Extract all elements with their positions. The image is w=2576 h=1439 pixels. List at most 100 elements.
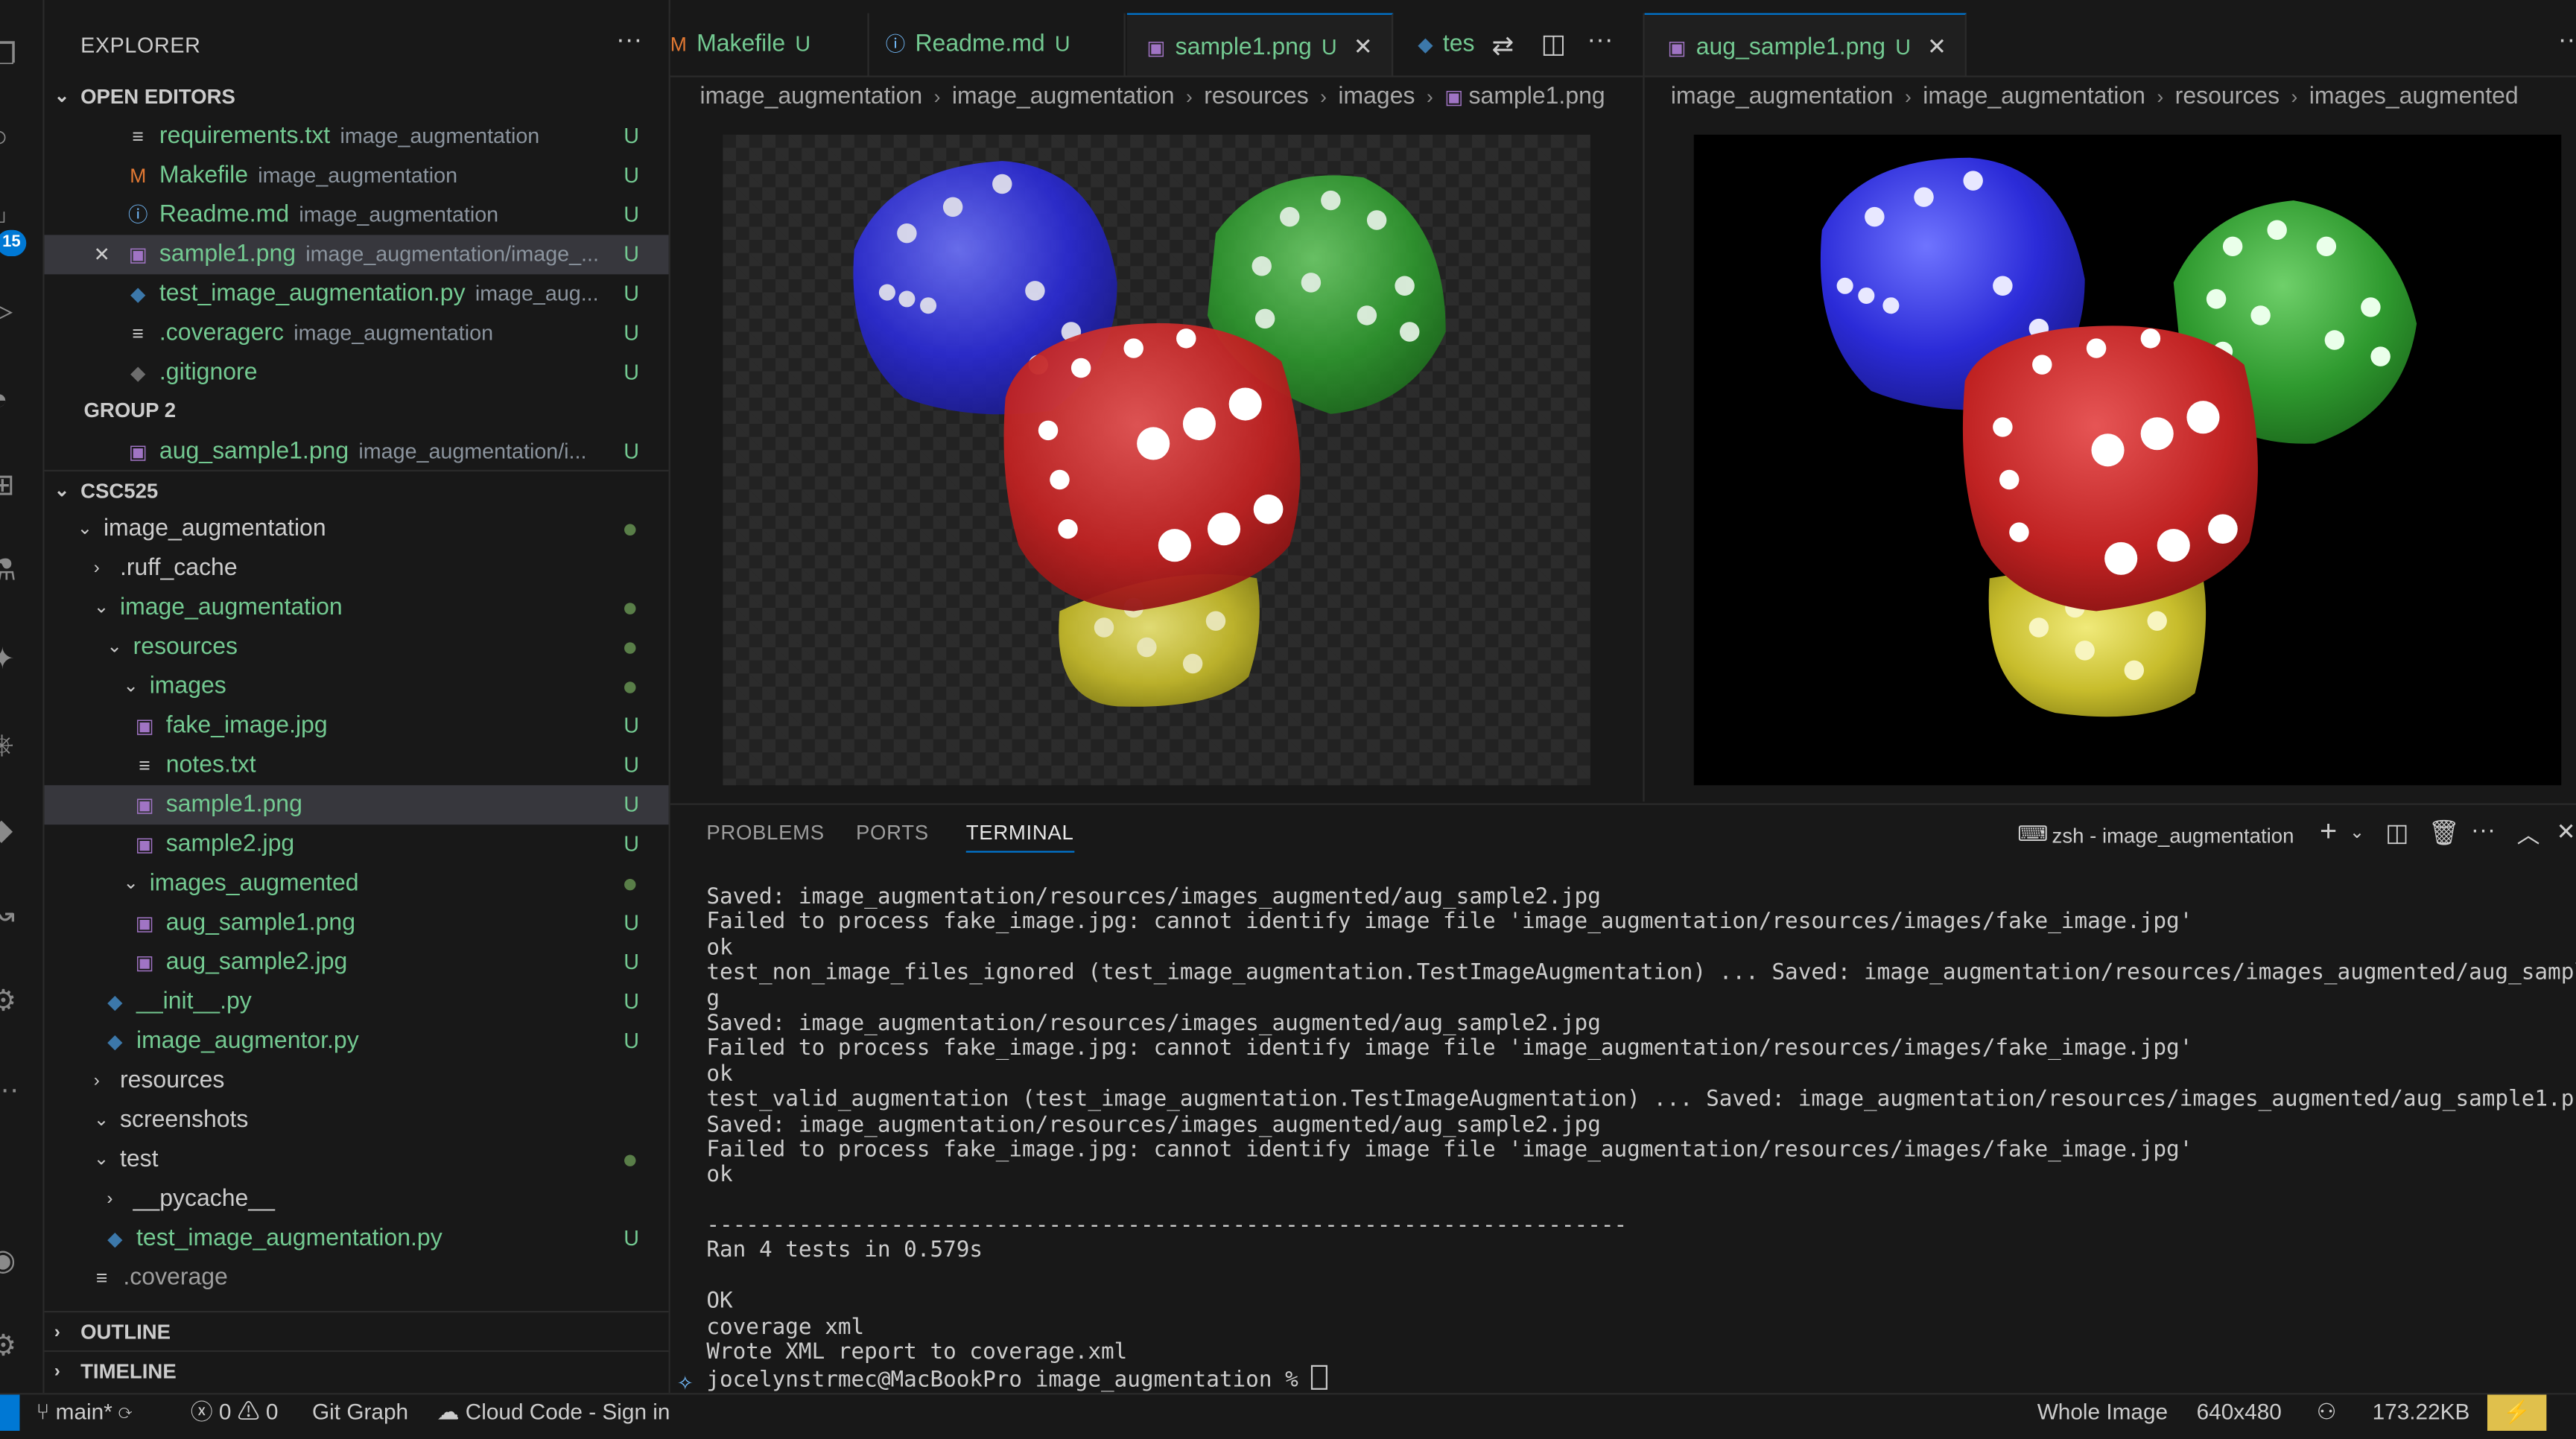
tree-item[interactable]: ≡ .coverage: [45, 1258, 669, 1297]
branch-status[interactable]: ⑂ main* ⟳: [37, 1394, 132, 1431]
image-file-icon: ▣: [128, 243, 147, 267]
tab-sample1-png[interactable]: ▣ sample1.png U ✕: [1126, 13, 1394, 76]
notifications-muted-icon[interactable]: ⚡: [2487, 1394, 2547, 1431]
chevron-down-icon[interactable]: ⌄: [2350, 822, 2364, 842]
open-editor-item[interactable]: ≡ requirements.txt image_augmentation U: [45, 117, 669, 156]
image-file-icon: ▣: [135, 912, 154, 935]
explorer-icon[interactable]: ❐: [0, 36, 26, 73]
close-icon[interactable]: ✕: [2557, 818, 2576, 845]
tree-item[interactable]: ▣ aug_sample1.png U: [45, 903, 669, 943]
breadcrumb-item[interactable]: sample1.png: [1469, 83, 1605, 109]
live-share-icon[interactable]: ↝: [0, 897, 26, 933]
close-icon[interactable]: ✕: [1927, 33, 1947, 59]
breadcrumb-item[interactable]: images_augmented: [2309, 83, 2519, 109]
tree-item[interactable]: ⌄ images: [45, 667, 669, 706]
maximize-panel-icon[interactable]: ︿: [2517, 818, 2540, 851]
tree-item[interactable]: ⌄ resources: [45, 628, 669, 667]
more-actions-icon[interactable]: ···: [2471, 816, 2496, 844]
tab-test-truncated[interactable]: ◆ tes: [1395, 13, 1487, 76]
breadcrumb-item[interactable]: image_augmentation: [952, 83, 1175, 109]
open-editor-item[interactable]: ◆ test_image_augmentation.py image_aug... U: [45, 274, 669, 314]
testing-icon[interactable]: ⚗: [0, 552, 26, 588]
vscode-window: ❐ ○ ⑂ 15 ▷ ◔ ⊞ ⚗ ✦ ⎈ ◆ ↝ ⚙ … ◉ ⚙ EXPLORE…: [0, 0, 2576, 1439]
breadcrumb-item[interactable]: image_augmentation: [1923, 83, 2145, 109]
tab-ports[interactable]: PORTS: [856, 822, 929, 845]
terminal-name[interactable]: zsh - image_augmentation: [2052, 825, 2294, 848]
close-icon[interactable]: ✕: [1354, 33, 1373, 59]
terminal-prompt[interactable]: jocelynstrmec@MacBookPro image_augmentat…: [677, 1365, 2576, 1395]
remote-indicator[interactable]: [0, 1394, 20, 1431]
tree-item[interactable]: ◆ image_augmentor.py U: [45, 1022, 669, 1061]
cloud-code-icon[interactable]: ⚙: [0, 982, 26, 1019]
open-changes-icon[interactable]: ⇄: [1492, 30, 1514, 63]
kubernetes-icon[interactable]: ⎈: [0, 726, 26, 763]
terminal-output[interactable]: Saved: image_augmentation/resources/imag…: [677, 886, 2576, 1396]
python-icon: ◆: [107, 1029, 123, 1053]
editor-split-divider[interactable]: [1643, 13, 1645, 802]
text-file-icon: ≡: [132, 322, 144, 346]
chevron-right-icon: ›: [1186, 85, 1193, 109]
close-icon[interactable]: ✕: [90, 235, 113, 274]
tree-item[interactable]: ▣ sample1.png U: [44, 785, 669, 825]
settings-gear-icon[interactable]: ⚙: [0, 1327, 26, 1364]
new-terminal-icon[interactable]: +: [2320, 815, 2337, 849]
chevron-right-icon: ›: [54, 1322, 60, 1342]
remote-explorer-icon[interactable]: ◔: [0, 381, 26, 418]
open-editor-item[interactable]: ▣ aug_sample1.png image_augmentation/i... U: [45, 432, 669, 471]
tab-aug-sample1-png[interactable]: ▣ aug_sample1.png U ✕: [1644, 13, 1967, 76]
copilot-status-icon[interactable]: ⚇: [2317, 1394, 2337, 1431]
breadcrumb-item[interactable]: images: [1338, 83, 1415, 109]
image-file-icon: ▣: [128, 440, 147, 463]
git-status-badge: U: [624, 202, 639, 227]
open-editor-item[interactable]: ◆ .gitignore U: [45, 353, 669, 393]
tree-item[interactable]: › .ruff_cache: [45, 549, 669, 588]
tree-item[interactable]: ▣ sample2.jpg U: [45, 825, 669, 864]
timeline-header[interactable]: › TIMELINE: [45, 1353, 669, 1390]
search-icon[interactable]: ○: [0, 118, 26, 155]
tree-item[interactable]: ⌄ images_augmented: [45, 864, 669, 903]
breadcrumb-item[interactable]: resources: [1204, 83, 1308, 109]
tab-makefile[interactable]: M Makefile U: [670, 13, 869, 76]
tree-item[interactable]: ⌄ image_augmentation: [45, 588, 669, 628]
tab-problems[interactable]: PROBLEMS: [706, 822, 825, 845]
trash-icon[interactable]: 🗑: [2429, 818, 2460, 848]
tree-item[interactable]: ▣ aug_sample2.jpg U: [45, 943, 669, 982]
copilot-icon[interactable]: ✦: [0, 641, 26, 677]
tree-item[interactable]: ≡ notes.txt U: [45, 746, 669, 785]
account-icon[interactable]: ◉: [0, 1242, 26, 1278]
tree-item[interactable]: ▣ fake_image.jpg U: [45, 706, 669, 746]
explorer-more-button[interactable]: ···: [616, 26, 642, 56]
tree-item[interactable]: ⌄ image_augmentation: [45, 509, 669, 549]
breadcrumb-item[interactable]: resources: [2175, 83, 2280, 109]
tree-item[interactable]: ⌄ test: [45, 1140, 669, 1180]
more-actions-icon[interactable]: ··: [2558, 26, 2576, 56]
cloud-code-status[interactable]: ☁ Cloud Code - Sign in: [437, 1394, 670, 1431]
more-actions-icon[interactable]: ···: [1587, 26, 1613, 56]
python-icon: ◆: [130, 361, 146, 385]
outline-header[interactable]: › OUTLINE: [45, 1314, 669, 1350]
tree-item[interactable]: › resources: [45, 1061, 669, 1101]
open-editor-item[interactable]: ⓘ Readme.md image_augmentation U: [45, 195, 669, 235]
breadcrumb-item[interactable]: image_augmentation: [1671, 83, 1894, 109]
git-graph-icon[interactable]: ◆: [0, 812, 26, 848]
split-editor-icon[interactable]: ◫: [1541, 28, 1566, 60]
open-editors-header[interactable]: ⌄ OPEN EDITORS: [45, 79, 669, 115]
image-view-mode[interactable]: Whole Image: [2037, 1394, 2168, 1431]
tree-item[interactable]: ⌄ screenshots: [45, 1101, 669, 1140]
tree-item[interactable]: ◆ test_image_augmentation.py U: [45, 1219, 669, 1258]
extensions-icon[interactable]: ⊞: [0, 466, 26, 503]
more-icon[interactable]: …: [0, 1064, 26, 1101]
breadcrumb-item[interactable]: image_augmentation: [700, 83, 923, 109]
tab-terminal[interactable]: TERMINAL: [965, 822, 1074, 853]
tree-item[interactable]: ◆ __init__.py U: [45, 982, 669, 1022]
open-editor-item[interactable]: M Makefile image_augmentation U: [45, 156, 669, 196]
open-editor-item[interactable]: ✕ ▣ sample1.png image_augmentation/image_..…: [44, 235, 669, 275]
problems-status[interactable]: ⓧ 0 ⚠ 0: [191, 1394, 279, 1431]
tab-readme[interactable]: ⓘ Readme.md U: [869, 13, 1126, 76]
run-debug-icon[interactable]: ▷: [0, 293, 26, 329]
open-editor-item[interactable]: ≡ .coveragerc image_augmentation U: [45, 314, 669, 353]
project-header[interactable]: ⌄ CSC525: [45, 473, 669, 509]
git-graph-status[interactable]: Git Graph: [312, 1394, 408, 1431]
tree-item[interactable]: › __pycache__: [45, 1180, 669, 1219]
split-terminal-icon[interactable]: ◫: [2385, 818, 2408, 848]
